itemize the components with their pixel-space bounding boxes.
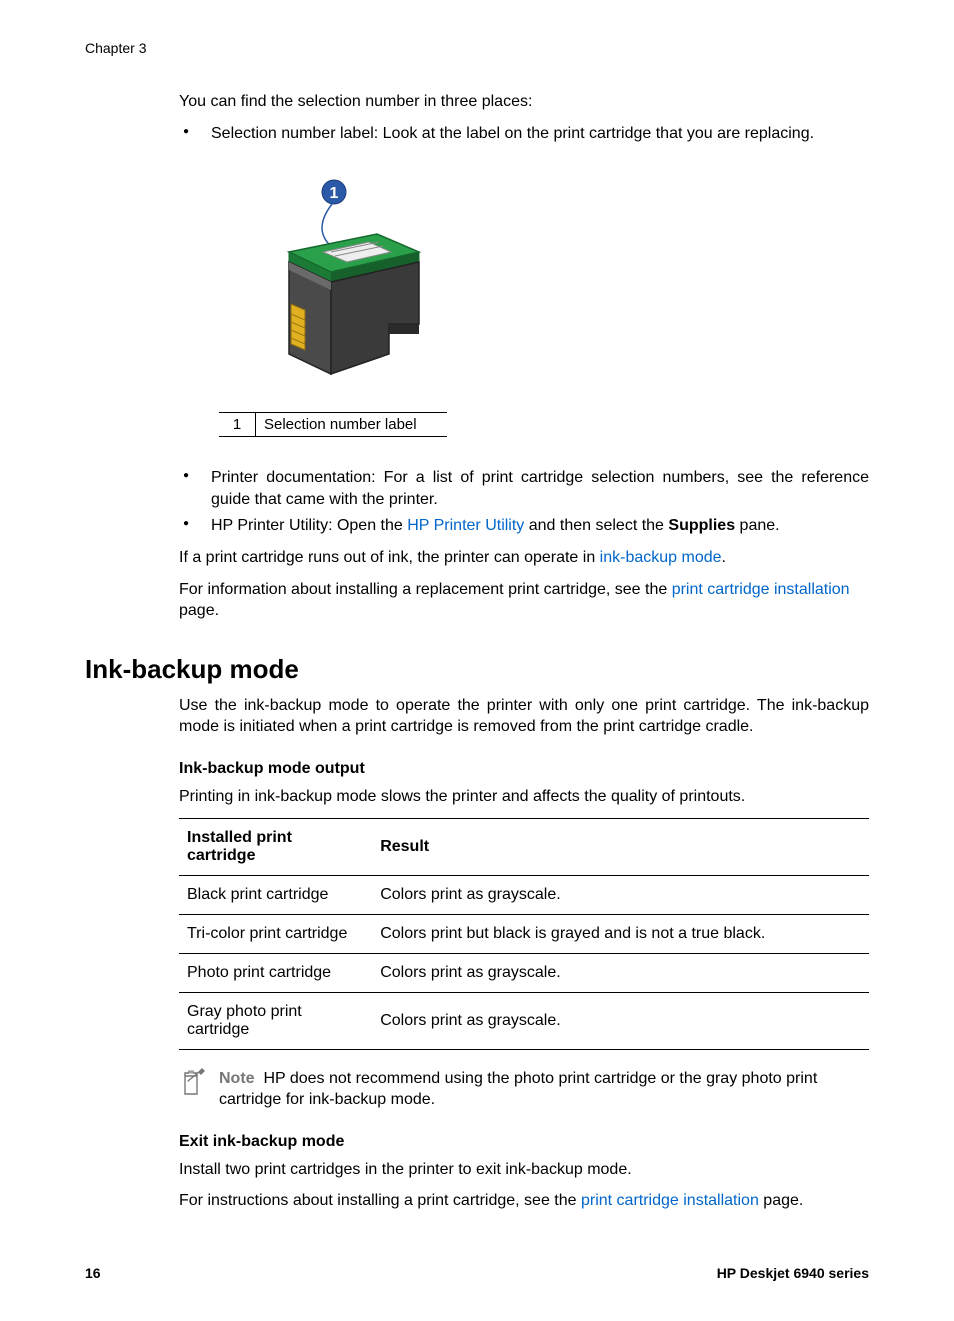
heading-ink-backup-mode: Ink-backup mode: [85, 654, 869, 685]
paragraph: For instructions about installing a prin…: [179, 1190, 869, 1212]
table-cell: Photo print cartridge: [179, 953, 372, 992]
note-block: Note HP does not recommend using the pho…: [179, 1068, 869, 1111]
bullet-list-top: Selection number label: Look at the labe…: [179, 123, 869, 145]
list-item: Selection number label: Look at the labe…: [179, 123, 869, 145]
table-header: Result: [372, 818, 869, 875]
text: .: [722, 549, 726, 566]
paragraph: Printing in ink-backup mode slows the pr…: [179, 786, 869, 808]
table-cell: Colors print but black is grayed and is …: [372, 914, 869, 953]
text: If a print cartridge runs out of ink, th…: [179, 549, 600, 566]
print-cartridge-installation-link[interactable]: print cartridge installation: [581, 1192, 759, 1209]
paragraph: For information about installing a repla…: [179, 579, 869, 622]
note-icon: [179, 1068, 205, 1098]
ink-backup-table: Installed print cartridge Result Black p…: [179, 818, 869, 1050]
text: and then select the: [524, 517, 668, 534]
figure-caption: 1 Selection number label: [219, 412, 447, 437]
table-header: Installed print cartridge: [179, 818, 372, 875]
note-label: Note: [219, 1070, 255, 1087]
print-cartridge-installation-link[interactable]: print cartridge installation: [672, 581, 850, 598]
paragraph: Install two print cartridges in the prin…: [179, 1159, 869, 1181]
figure-caption-num: 1: [219, 413, 256, 437]
page-number: 16: [85, 1265, 101, 1281]
text-bold: Supplies: [668, 517, 735, 534]
hp-printer-utility-link[interactable]: HP Printer Utility: [407, 517, 524, 534]
subheading-exit: Exit ink-backup mode: [179, 1133, 869, 1151]
list-item: HP Printer Utility: Open the HP Printer …: [179, 515, 869, 537]
chapter-label: Chapter 3: [85, 40, 869, 56]
table-row: Tri-color print cartridge Colors print b…: [179, 914, 869, 953]
figure-cartridge: 1: [219, 174, 869, 437]
list-item: Printer documentation: For a list of pri…: [179, 467, 869, 510]
text: For instructions about installing a prin…: [179, 1192, 581, 1209]
paragraph: If a print cartridge runs out of ink, th…: [179, 547, 869, 569]
table-cell: Colors print as grayscale.: [372, 992, 869, 1049]
product-name: HP Deskjet 6940 series: [717, 1265, 869, 1281]
table-cell: Colors print as grayscale.: [372, 875, 869, 914]
note-text: Note HP does not recommend using the pho…: [219, 1068, 869, 1111]
cartridge-image: 1: [219, 174, 429, 404]
table-cell: Tri-color print cartridge: [179, 914, 372, 953]
text: For information about installing a repla…: [179, 581, 672, 598]
paragraph: Use the ink-backup mode to operate the p…: [179, 695, 869, 738]
text: HP Printer Utility: Open the: [211, 517, 407, 534]
ink-backup-mode-link[interactable]: ink-backup mode: [600, 549, 722, 566]
text: HP does not recommend using the photo pr…: [219, 1070, 817, 1109]
table-cell: Gray photo print cartridge: [179, 992, 372, 1049]
text: pane.: [735, 517, 779, 534]
table-row: Photo print cartridge Colors print as gr…: [179, 953, 869, 992]
page-footer: 16 HP Deskjet 6940 series: [85, 1265, 869, 1281]
table-cell: Colors print as grayscale.: [372, 953, 869, 992]
text: page.: [179, 602, 219, 619]
table-row: Black print cartridge Colors print as gr…: [179, 875, 869, 914]
subheading-output: Ink-backup mode output: [179, 760, 869, 778]
figure-caption-label: Selection number label: [256, 413, 448, 437]
svg-text:1: 1: [330, 185, 339, 202]
table-cell: Black print cartridge: [179, 875, 372, 914]
bullet-list-mid: Printer documentation: For a list of pri…: [179, 467, 869, 537]
table-row: Gray photo print cartridge Colors print …: [179, 992, 869, 1049]
intro-paragraph: You can find the selection number in thr…: [179, 91, 869, 113]
text: page.: [759, 1192, 803, 1209]
